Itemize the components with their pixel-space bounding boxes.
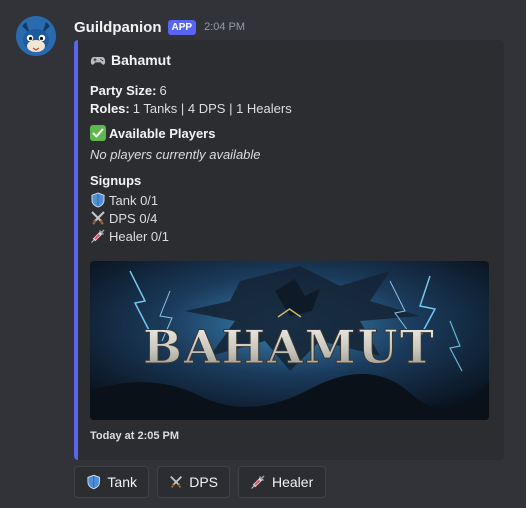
gamepad-icon [90, 57, 106, 65]
party-size-line: Party Size: 6 [90, 83, 167, 98]
embed-card: Bahamut Party Size: 6 Roles: 1 Tanks | 4… [74, 40, 504, 460]
image-title-text: BAHAMUT [143, 320, 436, 374]
embed-title: Bahamut [90, 52, 171, 68]
signup-tank-text: Tank 0/1 [109, 192, 159, 208]
app-badge: APP [167, 19, 197, 35]
tank-button[interactable]: Tank [74, 466, 149, 498]
bahamut-dragon-image: BAHAMUT [90, 261, 489, 420]
crossed-swords-icon [91, 211, 105, 225]
tank-button-label: Tank [107, 474, 137, 490]
embed-title-text: Bahamut [111, 52, 171, 68]
message-header: Guildpanion APP 2:04 PM [74, 17, 245, 37]
dps-button[interactable]: DPS [157, 466, 230, 498]
roles-line: Roles: 1 Tanks | 4 DPS | 1 Healers [90, 101, 292, 116]
dps-button-label: DPS [189, 474, 218, 490]
dragon-avatar-icon [16, 16, 56, 56]
signup-healer: Healer 0/1 [90, 228, 169, 244]
message-timestamp: 2:04 PM [204, 21, 246, 33]
available-heading-line: Available Players [90, 125, 215, 141]
available-text: No players currently available [90, 147, 261, 162]
signup-healer-text: Healer 0/1 [109, 228, 169, 244]
signup-dps: DPS 0/4 [90, 210, 157, 226]
avatar[interactable] [16, 16, 56, 56]
embed-image[interactable]: BAHAMUT [90, 261, 489, 420]
shield-icon [91, 192, 105, 208]
crossed-swords-icon [170, 476, 183, 488]
available-heading: Available Players [109, 125, 216, 141]
embed-footer: Today at 2:05 PM [90, 430, 180, 442]
signup-tank: Tank 0/1 [90, 192, 158, 208]
syringe-icon [251, 475, 265, 489]
party-size-value: 6 [159, 83, 167, 98]
healer-button-label: Healer [272, 474, 314, 490]
roles-label: Roles: [90, 101, 130, 116]
roles-value: 1 Tanks | 4 DPS | 1 Healers [132, 101, 292, 116]
signups-heading: Signups [90, 173, 142, 188]
healer-button[interactable]: Healer [238, 466, 326, 498]
shield-icon [87, 474, 100, 490]
action-buttons: Tank DPS Healer [74, 466, 326, 498]
check-mark-icon [90, 125, 106, 141]
syringe-icon [91, 229, 105, 243]
signup-dps-text: DPS 0/4 [109, 210, 158, 226]
username[interactable]: Guildpanion [74, 19, 162, 36]
party-size-label: Party Size: [90, 83, 157, 98]
